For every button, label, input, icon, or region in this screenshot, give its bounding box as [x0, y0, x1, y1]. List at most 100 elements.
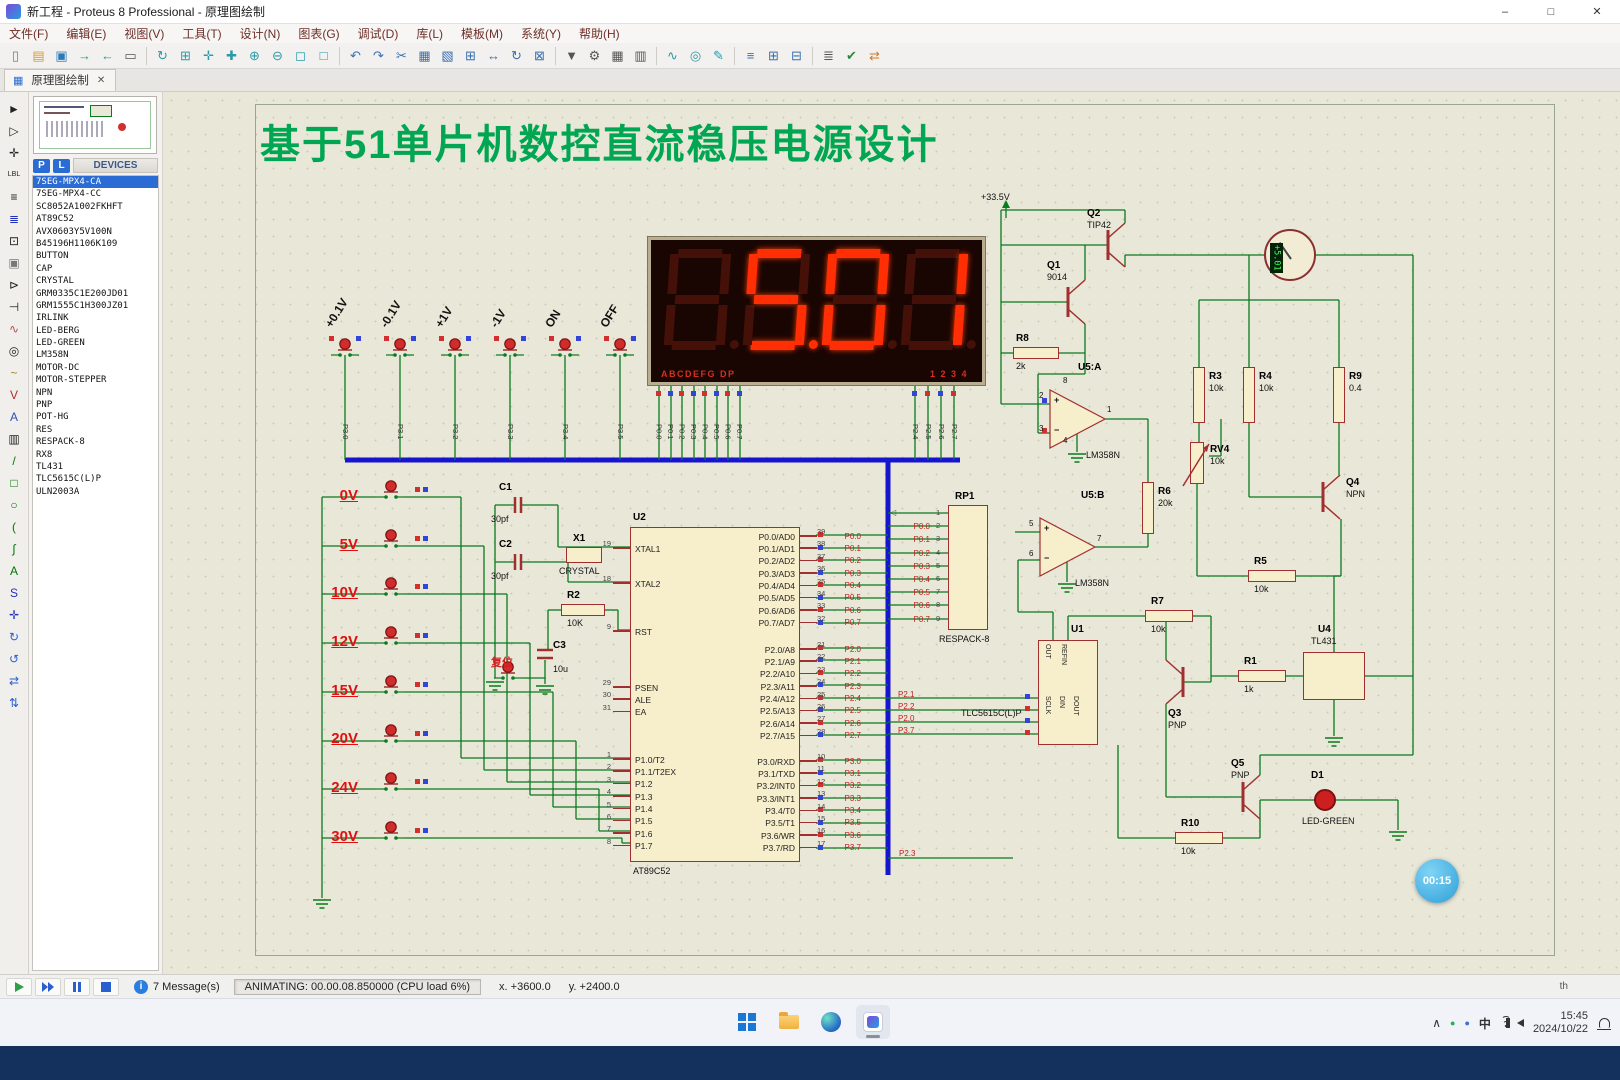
- respack-rp1[interactable]: [948, 505, 988, 630]
- reset-button[interactable]: [495, 657, 521, 683]
- bill-of-materials-icon[interactable]: ≣: [818, 45, 839, 66]
- mcu-pin[interactable]: 17 P3.7/RD P3.7: [631, 839, 861, 854]
- voltage-button-12v[interactable]: [378, 622, 404, 648]
- menu-item[interactable]: 设计(N): [231, 24, 290, 43]
- make-device-icon[interactable]: ⚙: [584, 45, 605, 66]
- buses-icon[interactable]: ≣: [3, 208, 25, 229]
- device-list-item[interactable]: ULN2003A: [33, 486, 158, 498]
- device-list-item[interactable]: BUTTON: [33, 250, 158, 262]
- close-button[interactable]: ✕: [1574, 0, 1620, 23]
- device-list-item[interactable]: 7SEG-MPX4-CC: [33, 188, 158, 200]
- device-list-item[interactable]: AT89C52: [33, 213, 158, 225]
- device-list-item[interactable]: CRYSTAL: [33, 275, 158, 287]
- zoom-in-icon[interactable]: ⊕: [244, 45, 265, 66]
- step-simulation-button[interactable]: [35, 977, 61, 996]
- remove-sheet-icon[interactable]: ⊟: [786, 45, 807, 66]
- resistor-r1[interactable]: [1238, 670, 1286, 682]
- device-list-item[interactable]: MOTOR-DC: [33, 362, 158, 374]
- device-list-item[interactable]: AVX0603Y5V100N: [33, 226, 158, 238]
- voltage-button-30v[interactable]: [378, 817, 404, 843]
- copy-icon[interactable]: ▦: [414, 45, 435, 66]
- menu-item[interactable]: 图表(G): [289, 24, 348, 43]
- menu-item[interactable]: 编辑(E): [57, 24, 115, 43]
- pause-simulation-button[interactable]: [64, 977, 90, 996]
- tray-chevron-icon[interactable]: ∧: [1432, 1016, 1441, 1030]
- mcu-pin[interactable]: 12 P3.2/INT0 P3.2: [631, 777, 861, 792]
- save-project-icon[interactable]: ▣: [51, 45, 72, 66]
- device-list-item[interactable]: PNP: [33, 399, 158, 411]
- device-list-item[interactable]: TLC5615C(L)P: [33, 473, 158, 485]
- device-list-item[interactable]: B45196H1106K109: [33, 238, 158, 250]
- crystal-x1[interactable]: [566, 547, 602, 563]
- 2d-symbol-icon[interactable]: S: [3, 582, 25, 603]
- electrical-rule-check-icon[interactable]: ✔: [841, 45, 862, 66]
- tray-app-icon[interactable]: ●: [1450, 1018, 1455, 1028]
- menu-item[interactable]: 文件(F): [0, 24, 57, 43]
- windows-start-button[interactable]: [730, 1005, 764, 1039]
- voltage-button-15v[interactable]: [378, 671, 404, 697]
- resistor-r5[interactable]: [1248, 570, 1296, 582]
- resistor-r10[interactable]: [1175, 832, 1223, 844]
- device-list-item[interactable]: NPN: [33, 387, 158, 399]
- push-button-on[interactable]: [552, 334, 578, 360]
- mcu-pin[interactable]: 13 P3.3/INT1 P3.3: [631, 789, 861, 804]
- intersheet-terminal-icon[interactable]: ⊳: [3, 274, 25, 295]
- 2d-path-icon[interactable]: ∫: [3, 538, 25, 559]
- voltage-button-10v[interactable]: [378, 573, 404, 599]
- ime-indicator[interactable]: 中: [1479, 1015, 1491, 1032]
- tape-recorder-icon[interactable]: ◎: [3, 340, 25, 361]
- resistor-r8[interactable]: [1013, 347, 1059, 359]
- selection-pointer-icon[interactable]: ►: [3, 98, 25, 119]
- device-list-item[interactable]: RESPACK-8: [33, 436, 158, 448]
- notification-bell-icon[interactable]: [1597, 1018, 1611, 1030]
- maximize-button[interactable]: □: [1528, 0, 1574, 23]
- run-simulation-button[interactable]: [6, 977, 32, 996]
- property-assignment-icon[interactable]: ✎: [708, 45, 729, 66]
- resistor-r6[interactable]: [1142, 482, 1154, 534]
- edge-browser-icon[interactable]: [814, 1005, 848, 1039]
- mcu-pin[interactable]: 33 P0.6/AD6 P0.6: [631, 601, 861, 616]
- push-button-+1v[interactable]: [442, 334, 468, 360]
- device-list-item[interactable]: SC8052A1002FKHFT: [33, 201, 158, 213]
- instant-edit-icon[interactable]: ▣: [3, 252, 25, 273]
- menu-item[interactable]: 调试(D): [349, 24, 408, 43]
- rp1-pin[interactable]: P0.7 9: [890, 613, 948, 626]
- mcu-pin[interactable]: 16 P3.6/WR P3.6: [631, 826, 861, 841]
- mcu-pin[interactable]: 35 P0.4/AD4 P0.4: [631, 577, 861, 592]
- pick-devices-button[interactable]: P: [33, 158, 50, 173]
- resistor-r4[interactable]: [1243, 367, 1255, 423]
- device-list-item[interactable]: GRM1555C1H300JZ01: [33, 300, 158, 312]
- mcu-pin[interactable]: 14 P3.4/T0 P3.4: [631, 802, 861, 817]
- block-copy-icon[interactable]: ⊞: [460, 45, 481, 66]
- tab-schematic-capture[interactable]: ▦ 原理图绘制 ✕: [4, 69, 117, 91]
- push-button-off[interactable]: [607, 334, 633, 360]
- menu-item[interactable]: 帮助(H): [570, 24, 629, 43]
- voltage-button-0v[interactable]: [378, 476, 404, 502]
- mcu-pin[interactable]: 22 P2.1/A9 P2.1: [631, 652, 861, 667]
- device-list-item[interactable]: MOTOR-STEPPER: [33, 374, 158, 386]
- rotate-cw-icon[interactable]: ↻: [3, 626, 25, 647]
- mcu-pin[interactable]: 37 P0.2/AD2 P0.2: [631, 552, 861, 567]
- device-list-item[interactable]: RES: [33, 424, 158, 436]
- device-list-item[interactable]: POT-HG: [33, 411, 158, 423]
- import-icon[interactable]: →: [74, 45, 95, 66]
- seven-segment-display[interactable]: ABCDEFG DP 1 2 3 4: [648, 237, 985, 385]
- resistor-r3[interactable]: [1193, 367, 1205, 423]
- device-list-item[interactable]: CAP: [33, 263, 158, 275]
- zoom-out-icon[interactable]: ⊖: [267, 45, 288, 66]
- 2d-line-icon[interactable]: /: [3, 450, 25, 471]
- taskbar-clock[interactable]: 15:45 2024/10/22: [1533, 1010, 1588, 1036]
- origin-icon[interactable]: ✛: [198, 45, 219, 66]
- virtual-instruments-icon[interactable]: ▥: [3, 428, 25, 449]
- 2d-box-icon[interactable]: □: [3, 472, 25, 493]
- proteus-taskbar-icon[interactable]: [856, 1005, 890, 1039]
- device-list-item[interactable]: LED-GREEN: [33, 337, 158, 349]
- system-tray-cluster[interactable]: [1500, 1016, 1524, 1028]
- pick-parts-icon[interactable]: ▼: [561, 45, 582, 66]
- paste-icon[interactable]: ▧: [437, 45, 458, 66]
- cut-icon[interactable]: ✂: [391, 45, 412, 66]
- regulator-tl431[interactable]: [1303, 652, 1365, 700]
- mcu-pin[interactable]: 26 P2.5/A13 P2.5: [631, 702, 861, 717]
- rp1-pin[interactable]: P0.1 3: [890, 533, 948, 546]
- generator-icon[interactable]: ~: [3, 362, 25, 383]
